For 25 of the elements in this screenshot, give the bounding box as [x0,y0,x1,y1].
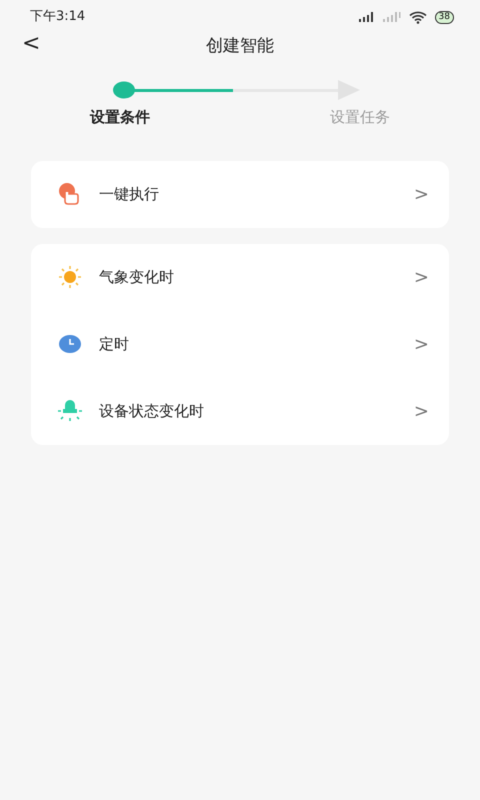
step-dot [112,81,136,99]
option-item[interactable]: 定时 > [31,310,449,378]
option-item[interactable]: 气象变化时 > [31,244,449,310]
battery-icon: 38 [434,10,454,24]
option-label: 一键执行 [99,184,160,205]
option-item[interactable]: 设备状态变化时 > [31,378,449,444]
wifi-icon [408,10,427,24]
chevron-icon: > [414,180,429,208]
chevron-icon: > [414,264,429,290]
lamp-icon [57,399,83,423]
status-time: 下午3:14 [30,8,86,26]
clock-icon [57,332,83,356]
step-label: 设置任务 [329,107,391,128]
chevron-icon: > [414,330,429,358]
signal-icon [358,12,375,22]
option-label: 气象变化时 [99,266,175,288]
option-label: 设备状态变化时 [99,400,205,422]
option-label: 定时 [99,334,130,355]
sun-icon [57,265,83,289]
chevron-icon: > [414,398,429,424]
back-button[interactable]: < [18,30,44,58]
step-label: 设置条件 [88,107,151,128]
page-title: 创建智能 [206,35,274,58]
option-item[interactable]: 一键执行 > [31,160,449,228]
signal-icon [382,12,401,22]
